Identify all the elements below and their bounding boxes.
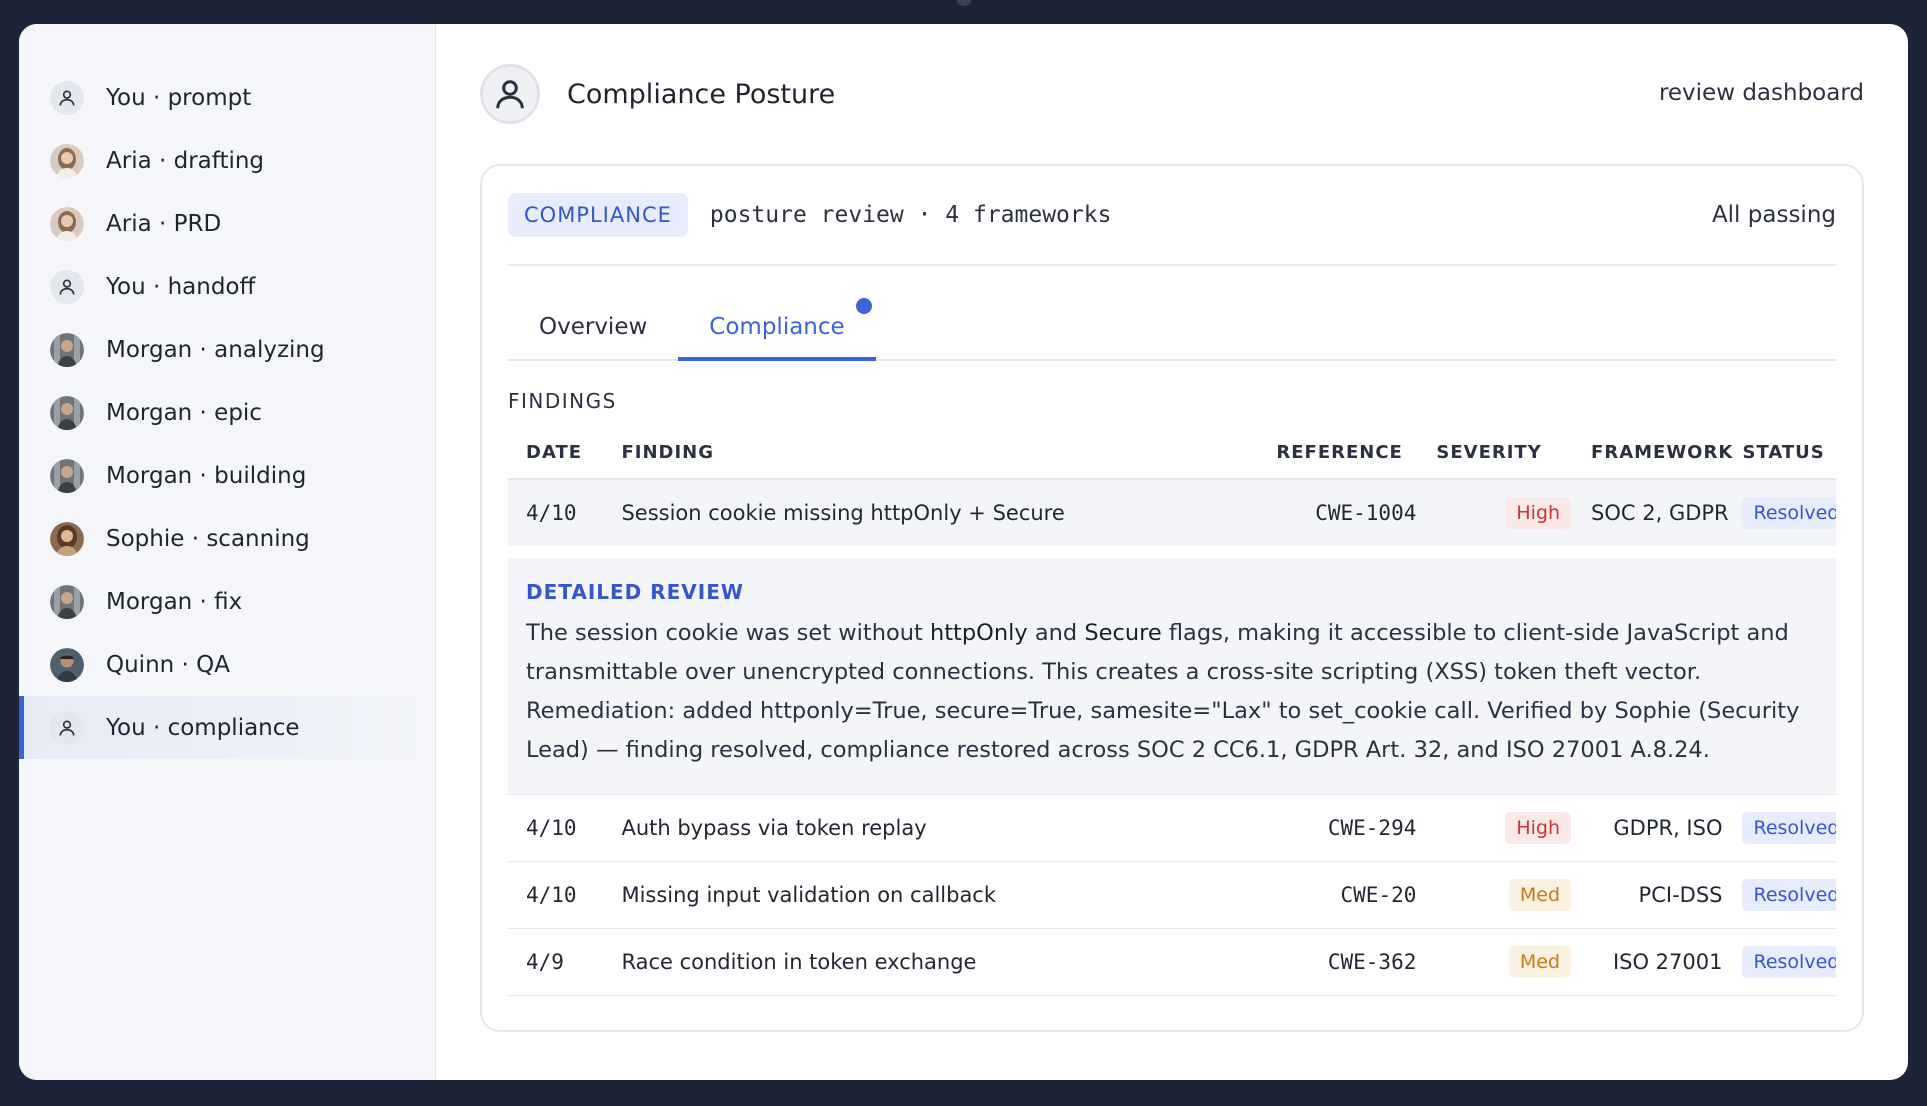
sidebar-item-label: Morgan · fix bbox=[106, 588, 243, 615]
table-row[interactable]: 4/10 Session cookie missing httpOnly + S… bbox=[508, 479, 1836, 546]
row-spacer bbox=[508, 546, 1836, 558]
detail-title: DETAILED REVIEW bbox=[526, 580, 744, 604]
tab-bar: Overview Compliance bbox=[508, 266, 1836, 361]
sidebar-item-label: Morgan · building bbox=[106, 462, 307, 489]
column-header-severity[interactable]: SEVERITY bbox=[1426, 427, 1582, 480]
status-badge: Resolved bbox=[1742, 946, 1836, 978]
sidebar-item-label: Aria · PRD bbox=[106, 210, 222, 237]
category-chip: COMPLIANCE bbox=[508, 193, 688, 237]
sidebar-item-morgan-analyzing[interactable]: Morgan · analyzing bbox=[19, 318, 435, 381]
column-header-reference[interactable]: REFERENCE bbox=[1266, 427, 1427, 480]
aria-avatar bbox=[50, 143, 84, 178]
card-header: COMPLIANCE posture review · 4 frameworks… bbox=[508, 166, 1836, 266]
row-date: 4/10 bbox=[508, 861, 612, 929]
sidebar-item-label: Morgan · analyzing bbox=[106, 336, 325, 363]
severity-badge: Med bbox=[1508, 879, 1572, 911]
detail-text: The session cookie was set without httpO… bbox=[526, 614, 1818, 770]
column-header-finding[interactable]: FINDING bbox=[611, 427, 1267, 480]
morgan-avatar bbox=[50, 458, 84, 493]
sidebar-item-morgan-building[interactable]: Morgan · building bbox=[19, 444, 435, 507]
compliance-card: COMPLIANCE posture review · 4 frameworks… bbox=[480, 164, 1864, 1032]
column-header-date[interactable]: DATE bbox=[508, 427, 612, 480]
notification-dot bbox=[855, 298, 872, 314]
sidebar-item-you-compliance[interactable]: You · compliance bbox=[19, 696, 435, 759]
card-subtitle: posture review · 4 frameworks bbox=[709, 202, 1112, 228]
row-date: 4/9 bbox=[508, 928, 612, 996]
detail-text-part: and bbox=[1027, 620, 1085, 646]
row-framework: SOC 2, GDPR bbox=[1581, 479, 1733, 546]
row-finding: Auth bypass via token replay bbox=[611, 794, 1267, 862]
status-badge: Resolved bbox=[1742, 879, 1836, 911]
page-header: Compliance Posture review dashboard bbox=[480, 24, 1864, 164]
user-icon bbox=[50, 710, 84, 745]
sidebar-item-morgan-fix[interactable]: Morgan · fix bbox=[19, 570, 435, 633]
sophie-avatar bbox=[50, 521, 84, 556]
detail-text-bold: httpOnly bbox=[929, 620, 1028, 646]
row-framework: GDPR, ISO bbox=[1581, 794, 1733, 862]
sidebar-item-morgan-epic[interactable]: Morgan · epic bbox=[19, 381, 435, 444]
sidebar-item-aria-prd[interactable]: Aria · PRD bbox=[19, 192, 435, 255]
tab-label: Overview bbox=[539, 314, 648, 340]
sidebar-item-you-handoff[interactable]: You · handoff bbox=[19, 255, 435, 318]
sidebar-item-quinn-qa[interactable]: Quinn · QA bbox=[19, 633, 435, 696]
detail-panel: DETAILED REVIEW The session cookie was s… bbox=[508, 558, 1836, 795]
row-reference: CWE-20 bbox=[1266, 861, 1427, 929]
sidebar: You · prompt Aria · drafting Aria · PRD … bbox=[19, 24, 436, 1080]
user-icon bbox=[50, 269, 84, 304]
findings-section-label: FINDINGS bbox=[508, 389, 617, 413]
sidebar-item-label: Aria · drafting bbox=[106, 147, 265, 174]
sidebar-item-label: Sophie · scanning bbox=[106, 525, 310, 552]
morgan-avatar bbox=[50, 395, 84, 430]
detail-text-part: The session cookie was set without bbox=[526, 620, 930, 646]
column-header-framework[interactable]: FRAMEWORK bbox=[1581, 427, 1733, 480]
row-reference: CWE-294 bbox=[1266, 794, 1427, 862]
sidebar-item-aria-drafting[interactable]: Aria · drafting bbox=[19, 129, 435, 192]
tab-compliance[interactable]: Compliance bbox=[678, 298, 876, 361]
status-badge: Resolved bbox=[1742, 497, 1836, 529]
row-date: 4/10 bbox=[508, 794, 612, 862]
sidebar-item-label: Morgan · epic bbox=[106, 399, 262, 426]
page-title: Compliance Posture bbox=[567, 78, 836, 110]
aria-avatar bbox=[50, 206, 84, 241]
severity-badge: Med bbox=[1508, 946, 1572, 978]
column-header-status[interactable]: STATUS bbox=[1732, 427, 1836, 480]
review-dashboard-label: review dashboard bbox=[1658, 80, 1864, 106]
row-framework: PCI-DSS bbox=[1581, 861, 1733, 929]
status-summary: All passing bbox=[1711, 202, 1836, 228]
main-panel: Compliance Posture review dashboard COMP… bbox=[436, 24, 1908, 1080]
user-icon bbox=[480, 64, 540, 124]
sidebar-item-label: You · handoff bbox=[106, 273, 256, 300]
morgan-avatar bbox=[50, 332, 84, 367]
table-header-row: DATE FINDING REFERENCE SEVERITY FRAMEWOR… bbox=[508, 427, 1836, 480]
severity-badge: High bbox=[1505, 812, 1572, 844]
status-badge: Resolved bbox=[1742, 812, 1836, 844]
row-date: 4/10 bbox=[508, 479, 612, 546]
findings-table: DATE FINDING REFERENCE SEVERITY FRAMEWOR… bbox=[508, 427, 1836, 996]
sidebar-item-label: Quinn · QA bbox=[106, 651, 230, 678]
row-framework: ISO 27001 bbox=[1581, 928, 1733, 996]
tab-label: Compliance bbox=[709, 314, 845, 340]
morgan-avatar bbox=[50, 584, 84, 619]
row-finding: Missing input validation on callback bbox=[611, 861, 1267, 929]
table-row[interactable]: 4/10 Auth bypass via token replay CWE-29… bbox=[508, 794, 1836, 862]
camera-notch bbox=[957, 0, 971, 6]
sidebar-item-label: You · prompt bbox=[106, 84, 252, 111]
table-row[interactable]: 4/10 Missing input validation on callbac… bbox=[508, 861, 1836, 929]
detail-text-bold: Secure bbox=[1084, 620, 1162, 646]
row-reference: CWE-362 bbox=[1266, 928, 1427, 996]
tab-overview[interactable]: Overview bbox=[508, 314, 678, 359]
row-finding: Session cookie missing httpOnly + Secure bbox=[611, 479, 1267, 546]
table-row[interactable]: 4/9 Race condition in token exchange CWE… bbox=[508, 928, 1836, 996]
app-window: You · prompt Aria · drafting Aria · PRD … bbox=[19, 24, 1908, 1080]
row-reference: CWE-1004 bbox=[1266, 479, 1427, 546]
sidebar-item-label: You · compliance bbox=[106, 714, 300, 741]
user-icon bbox=[50, 80, 84, 115]
sidebar-item-you-prompt[interactable]: You · prompt bbox=[19, 66, 435, 129]
quinn-avatar bbox=[50, 647, 84, 682]
severity-badge: High bbox=[1505, 497, 1572, 529]
sidebar-item-sophie-scanning[interactable]: Sophie · scanning bbox=[19, 507, 435, 570]
row-finding: Race condition in token exchange bbox=[611, 928, 1267, 996]
